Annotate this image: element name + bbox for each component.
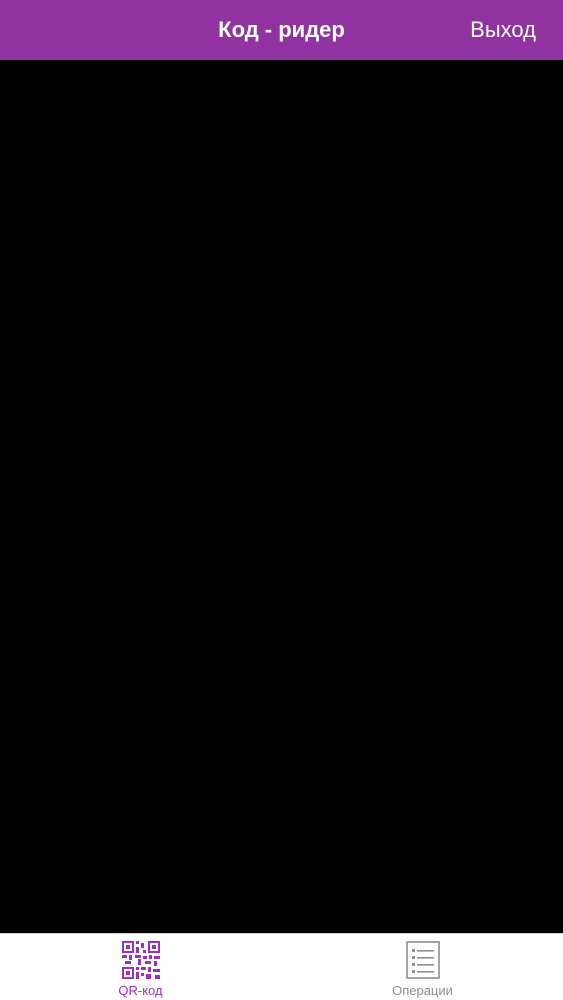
exit-button[interactable]: Выход: [470, 0, 536, 60]
list-icon: [405, 941, 440, 979]
qr-code-icon: [121, 941, 160, 979]
tab-qr-code[interactable]: QR-код: [0, 934, 281, 1000]
app-screen: Код - ридер Выход QR-код Операции: [0, 0, 563, 1000]
tab-qr-code-label: QR-код: [118, 983, 163, 998]
camera-preview[interactable]: [0, 60, 563, 933]
tab-operations-label: Операции: [392, 983, 453, 998]
navigation-bar: Код - ридер Выход: [0, 0, 563, 60]
tab-bar: QR-код Операции: [0, 933, 563, 1000]
tab-operations[interactable]: Операции: [282, 934, 563, 1000]
